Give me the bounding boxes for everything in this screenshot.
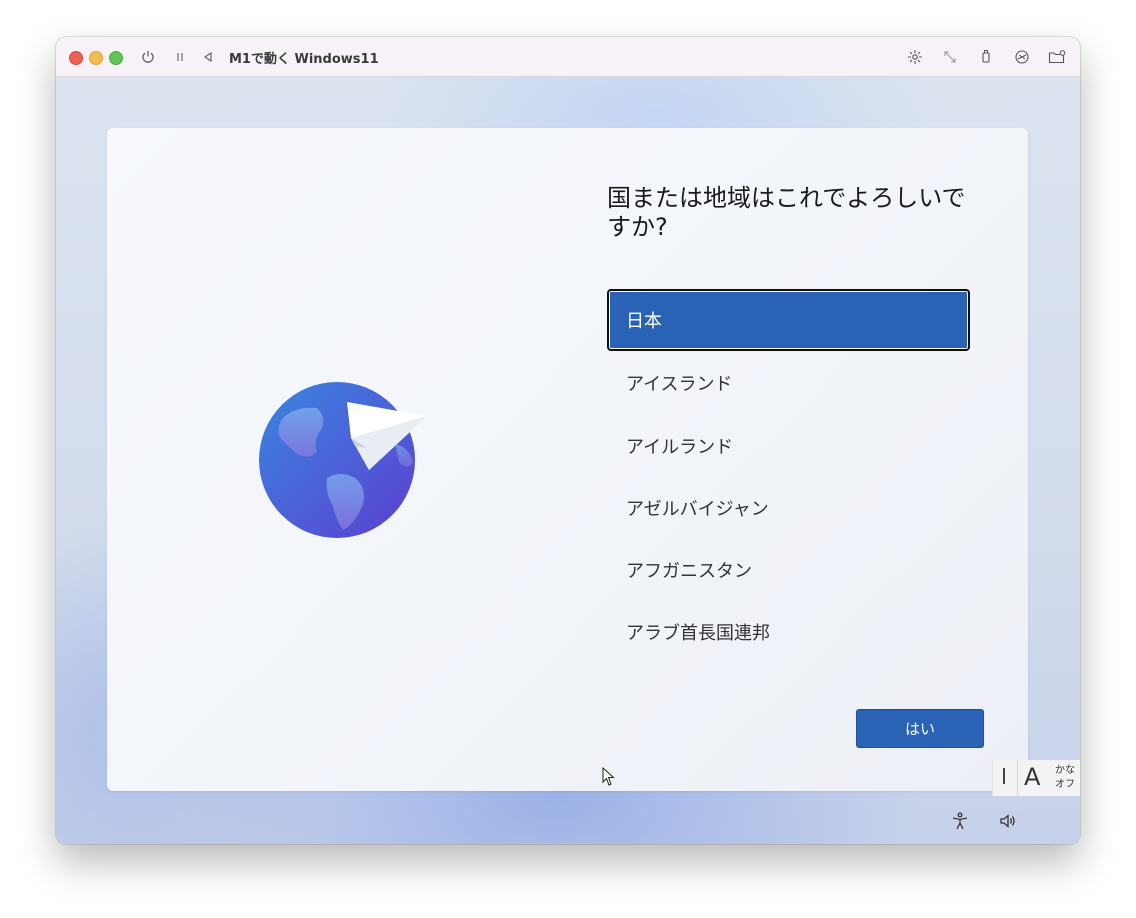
brightness-icon[interactable] — [905, 47, 925, 67]
accessibility-icon[interactable] — [949, 810, 971, 832]
country-option-afghanistan[interactable]: アフガニスタン — [607, 539, 970, 601]
country-option-uae[interactable]: アラブ首長国連邦 — [607, 601, 970, 663]
minimize-button[interactable] — [89, 51, 103, 65]
vm-display: 国または地域はこれでよろしいで すか? 日本 アイスランド アイルランド アゼル… — [56, 77, 1080, 844]
ime-kana-line2: オフ — [1055, 779, 1075, 790]
yes-button[interactable]: はい — [856, 709, 984, 748]
usb-icon[interactable] — [976, 47, 996, 67]
country-option-japan[interactable]: 日本 — [607, 289, 970, 351]
country-option-azerbaijan[interactable]: アゼルバイジャン — [607, 477, 970, 539]
country-option-ireland[interactable]: アイルランド — [607, 415, 970, 477]
page-title-line1: 国または地域はこれでよろしいで — [607, 184, 966, 212]
close-button[interactable] — [69, 51, 83, 65]
ime-divider — [1017, 760, 1018, 796]
window-title: M1で動く Windows11 — [229, 52, 379, 67]
ime-kana-status: かな オフ — [1055, 764, 1075, 792]
page-title: 国または地域はこれでよろしいで すか? — [607, 184, 987, 242]
back-icon[interactable] — [198, 47, 218, 67]
pause-icon[interactable] — [170, 47, 190, 67]
ime-mode-letter: A — [1024, 763, 1041, 791]
ime-indicator[interactable]: A かな オフ — [992, 760, 1080, 796]
folder-icon[interactable] — [1047, 47, 1067, 67]
vm-window: M1で動く Windows11 国または地域はこれでよろしいで すか? 日本 ア… — [56, 37, 1080, 844]
ime-kana-line1: かな — [1055, 765, 1075, 776]
ime-cursor-bar — [1003, 768, 1005, 784]
country-option-iceland[interactable]: アイスランド — [607, 352, 970, 414]
window-titlebar: M1で動く Windows11 — [56, 37, 1080, 77]
oobe-card: 国または地域はこれでよろしいで すか? 日本 アイスランド アイルランド アゼル… — [107, 128, 1028, 791]
zoom-button[interactable] — [109, 51, 123, 65]
mouse-cursor-icon — [602, 766, 616, 791]
volume-icon[interactable] — [997, 810, 1019, 832]
power-icon[interactable] — [138, 47, 158, 67]
page-title-line2: すか? — [607, 213, 668, 241]
network-icon[interactable] — [1012, 47, 1032, 67]
resize-icon[interactable] — [940, 47, 960, 67]
globe-paper-plane-icon — [255, 378, 435, 538]
